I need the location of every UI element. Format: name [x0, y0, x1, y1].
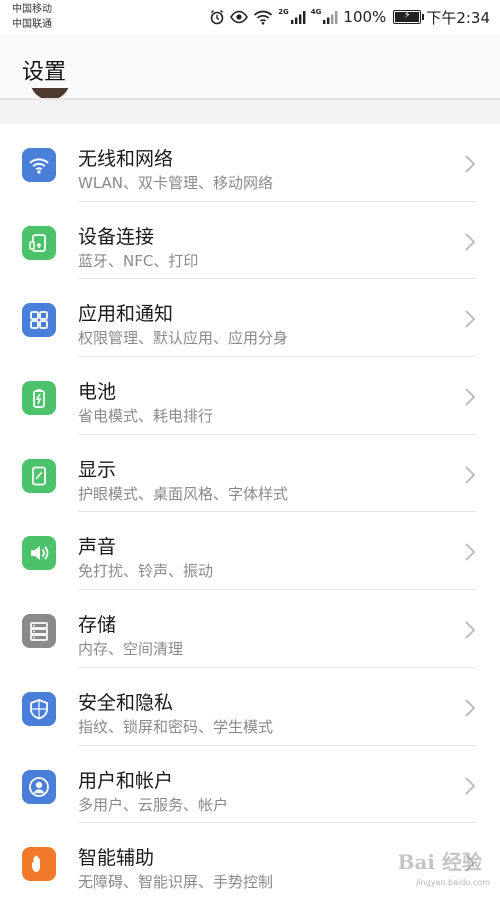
settings-item-title: 电池 [78, 381, 117, 404]
settings-item-title: 显示 [78, 458, 117, 481]
battery-charging-icon: ⚡ [393, 10, 425, 24]
clock: 下午2:34 [426, 8, 490, 27]
settings-item-subtitle: WLAN、双卡管理、移动网络 [78, 174, 274, 192]
eye-icon [230, 10, 249, 24]
signal-icon: 4G [310, 8, 339, 24]
chevron-right-icon [464, 776, 476, 800]
settings-item-title: 无线和网络 [78, 148, 174, 170]
settings-item-subtitle: 无障碍、智能识屏、手势控制 [78, 873, 274, 892]
settings-item-subtitle: 省电模式、耗电排行 [78, 407, 214, 426]
watermark-text: Bai 经验 [397, 850, 482, 874]
status-bar: 中国移动 中国联通 2G 4G 100% ⚡ 下午2:34 [0, 0, 500, 34]
settings-item-subtitle: 内存、空间清理 [78, 640, 184, 659]
settings-item[interactable]: 声音免打扰、铃声、振动 [0, 512, 500, 591]
storage-icon [22, 614, 56, 649]
settings-item-title: 存储 [78, 614, 117, 637]
page-title: 设置 [22, 60, 67, 85]
display-icon [22, 458, 56, 493]
chevron-right-icon [464, 620, 476, 644]
wifi-icon [22, 148, 56, 182]
chevron-right-icon [464, 232, 476, 256]
carrier-2: 中国联通 [12, 19, 52, 30]
settings-item-title: 智能辅助 [78, 847, 155, 870]
speaker-icon [22, 536, 56, 571]
settings-item-subtitle: 护眼模式、桌面风格、字体样式 [78, 484, 289, 503]
user-icon [22, 769, 56, 804]
settings-item[interactable]: 存储 内存、空间清理 [0, 590, 500, 668]
hand-icon [22, 847, 56, 882]
chevron-right-icon [464, 542, 476, 566]
chevron-right-icon [464, 309, 476, 333]
settings-item[interactable]: 设备连接蓝牙、NFC、打印 [0, 202, 500, 280]
settings-list: 无线和网络 WLAN、双卡管理、移动网络设备连接蓝牙、NFC、打印应用和通知权限管… [0, 124, 500, 892]
chevron-right-icon [464, 698, 476, 722]
charging-bolt-icon: ⚡ [403, 10, 411, 21]
settings-item[interactable]: 电池省电模式、耗电排行 [0, 357, 500, 435]
shield-icon [22, 691, 56, 726]
settings-item-subtitle: 权限管理、默认应用、应用分身 [78, 329, 289, 348]
settings-item[interactable]: 安全和隐私指纹、锁屏和密码、学生模式 [0, 668, 500, 746]
device-connect-icon [22, 225, 56, 260]
baidu-watermark: Bai 经验 [398, 846, 482, 875]
battery-icon [22, 381, 56, 416]
settings-item-title: 声音 [78, 536, 117, 559]
section-gap [0, 100, 500, 124]
watermark-url: jingyan.baidu.com [416, 878, 490, 887]
title-bar: 设置 [0, 34, 500, 104]
wifi-icon [253, 9, 273, 25]
settings-item-subtitle: 免打扰、铃声、振动 [78, 562, 214, 581]
settings-item-subtitle: 多用户、云服务、帐户 [78, 795, 229, 814]
chevron-right-icon [464, 465, 476, 489]
settings-item-title: 用户和帐户 [78, 769, 174, 792]
settings-item[interactable]: 应用和通知权限管理、默认应用、应用分身 [0, 279, 500, 358]
chevron-right-icon [464, 387, 476, 411]
signal-1-label: 2G [278, 8, 289, 16]
settings-item[interactable]: 无线和网络 WLAN、双卡管理、移动网络 [0, 124, 500, 202]
chevron-right-icon [464, 154, 476, 178]
settings-item-title: 安全和隐私 [78, 691, 174, 714]
settings-item[interactable]: 用户和帐户多用户、云服务、帐户 [0, 746, 500, 824]
settings-item-title: 应用和通知 [78, 303, 174, 326]
settings-item-subtitle: 蓝牙、NFC、打印 [78, 251, 199, 270]
signal-icon: 2G [278, 8, 306, 24]
battery-percent: 100% [343, 8, 387, 26]
carrier-1: 中国移动 [12, 4, 52, 15]
signal-2-label: 4G [310, 8, 322, 16]
settings-item-subtitle: 指纹、锁屏和密码、学生模式 [78, 717, 274, 736]
alarm-icon [209, 9, 225, 25]
settings-item[interactable]: 显示护眼模式、桌面风格、字体样式 [0, 435, 500, 513]
apps-grid-icon [22, 303, 56, 338]
status-icons: 2G 4G 100% ⚡ 下午2:34 [209, 6, 490, 28]
settings-item-title: 设备连接 [78, 225, 155, 248]
